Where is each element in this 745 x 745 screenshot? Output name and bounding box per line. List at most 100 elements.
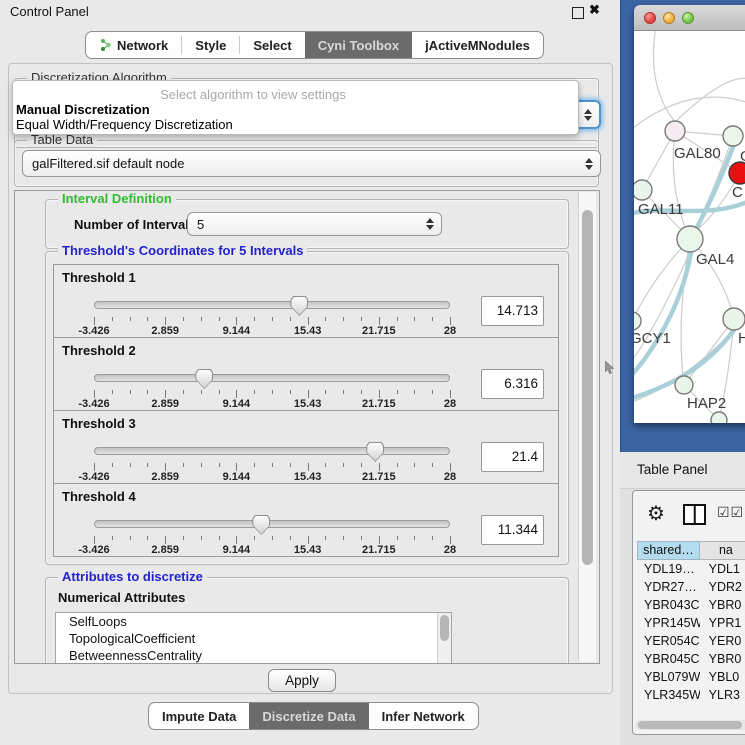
- slider-thumb[interactable]: [366, 442, 384, 462]
- table-row[interactable]: YPR145WYPR1: [637, 614, 745, 632]
- cell-shared-name[interactable]: YDR27…: [637, 578, 700, 596]
- cell-name[interactable]: YDL1: [700, 560, 745, 578]
- tab-infer-network-label: Infer Network: [382, 709, 465, 724]
- column-header-shared-name[interactable]: shared…: [637, 541, 700, 560]
- close-icon[interactable]: ✖: [589, 2, 600, 18]
- attribute-item[interactable]: SelfLoops: [56, 613, 451, 630]
- table-row[interactable]: YBR043CYBR0: [637, 596, 745, 614]
- table-panel-title: Table Panel: [637, 462, 708, 477]
- interval-definition-title: Interval Definition: [58, 192, 176, 206]
- table-row[interactable]: YDL19…YDL1: [637, 560, 745, 578]
- table-panel-header: Table Panel: [620, 452, 745, 489]
- numerical-attributes-list[interactable]: SelfLoopsTopologicalCoefficientBetweenne…: [55, 612, 452, 664]
- minimize-traffic-light-icon[interactable]: [663, 12, 675, 24]
- table-row[interactable]: YLR345WYLR3: [637, 686, 745, 703]
- cell-shared-name[interactable]: YLR345W: [637, 686, 700, 703]
- node-top-right[interactable]: [723, 126, 743, 146]
- column-header-name[interactable]: na: [700, 541, 745, 560]
- numerical-attributes-label: Numerical Attributes: [58, 590, 185, 605]
- checkbox-filter-icons[interactable]: ☑☑: [717, 504, 744, 521]
- cell-name[interactable]: YER0: [700, 632, 745, 650]
- threshold-3-value-field[interactable]: 21.4: [481, 442, 544, 472]
- node-gcy1[interactable]: [634, 312, 641, 330]
- slider-thumb[interactable]: [252, 515, 270, 535]
- panel-scrollbar-thumb[interactable]: [582, 210, 593, 565]
- table-data-combobox[interactable]: galFiltered.sif default node: [22, 150, 601, 177]
- threshold-4-slider[interactable]: -3.4262.8599.14415.4321.71528: [94, 514, 450, 554]
- table-horizontal-scrollbar-thumb[interactable]: [638, 721, 742, 729]
- dropdown-option-equal-width[interactable]: Equal Width/Frequency Discretization: [13, 117, 578, 132]
- node-bottom[interactable]: [711, 412, 727, 423]
- tab-discretize-data[interactable]: Discretize Data: [249, 703, 368, 729]
- node-label-gal80: GAL80: [674, 145, 721, 162]
- table-row[interactable]: YER054CYER0: [637, 632, 745, 650]
- slider-thumb[interactable]: [290, 296, 308, 316]
- tab-jactivemnodules[interactable]: jActiveMNodules: [412, 32, 543, 58]
- threshold-4-value-field[interactable]: 11.344: [481, 515, 544, 545]
- table-toolbar: ⚙ ☑☑: [633, 491, 745, 539]
- tab-style[interactable]: Style: [182, 32, 239, 58]
- node-hap2[interactable]: [675, 376, 693, 394]
- cell-shared-name[interactable]: YBR043C: [637, 596, 700, 614]
- zoom-traffic-light-icon[interactable]: [682, 12, 694, 24]
- close-traffic-light-icon[interactable]: [644, 12, 656, 24]
- node-gal4[interactable]: [677, 226, 703, 252]
- cell-name[interactable]: YBR0: [700, 596, 745, 614]
- node-label-gal4: GAL4: [696, 251, 734, 268]
- cell-shared-name[interactable]: YER054C: [637, 632, 700, 650]
- cell-name[interactable]: YBL0: [700, 668, 745, 686]
- tab-cyni-toolbox[interactable]: Cyni Toolbox: [305, 32, 412, 58]
- threshold-2-value-field[interactable]: 6.316: [481, 369, 544, 399]
- network-window-titlebar[interactable]: [634, 5, 745, 31]
- node-gal11[interactable]: [634, 180, 652, 200]
- slider-track[interactable]: [94, 520, 450, 528]
- table-row[interactable]: YBR045CYBR0: [637, 650, 745, 668]
- slider-track[interactable]: [94, 301, 450, 309]
- network-graph: GAL80 GA C GAL11 GAL4 GCY1 HA HAP2: [634, 31, 745, 423]
- slider-track[interactable]: [94, 447, 450, 455]
- node-selected-red[interactable]: [729, 162, 745, 184]
- threshold-1-slider[interactable]: -3.4262.8599.14415.4321.71528: [94, 295, 450, 335]
- cell-shared-name[interactable]: YDL19…: [637, 560, 700, 578]
- threshold-1-value-field[interactable]: 14.713: [481, 296, 544, 326]
- thresholds-group-title: Threshold's Coordinates for 5 Intervals: [58, 244, 307, 258]
- network-canvas[interactable]: GAL80 GA C GAL11 GAL4 GCY1 HA HAP2: [634, 31, 745, 423]
- threshold-2-slider[interactable]: -3.4262.8599.14415.4321.71528: [94, 368, 450, 408]
- cell-shared-name[interactable]: YBR045C: [637, 650, 700, 668]
- gear-icon[interactable]: ⚙: [647, 501, 665, 526]
- dropdown-hint: Select algorithm to view settings: [13, 87, 493, 102]
- tab-infer-network[interactable]: Infer Network: [369, 703, 478, 729]
- network-view-window[interactable]: GAL80 GA C GAL11 GAL4 GCY1 HA HAP2: [634, 5, 745, 423]
- threshold-3-slider[interactable]: -3.4262.8599.14415.4321.71528: [94, 441, 450, 481]
- table-horizontal-scrollbar[interactable]: [635, 720, 745, 730]
- slider-track[interactable]: [94, 374, 450, 382]
- float-window-icon[interactable]: [572, 7, 584, 19]
- cell-name[interactable]: YLR3: [700, 686, 745, 703]
- attribute-item[interactable]: TopologicalCoefficient: [56, 630, 451, 647]
- tab-impute-data[interactable]: Impute Data: [149, 703, 249, 729]
- attributes-scrollbar[interactable]: [437, 613, 451, 664]
- combo-spinner-icon: [585, 158, 593, 170]
- tab-network[interactable]: Network: [86, 32, 181, 58]
- columns-icon[interactable]: [683, 504, 706, 525]
- cell-name[interactable]: YDR2: [700, 578, 745, 596]
- attributes-scrollbar-thumb[interactable]: [440, 615, 449, 641]
- node-gal80[interactable]: [665, 121, 685, 141]
- table-data-group-title: Table Data: [27, 133, 97, 147]
- cell-name[interactable]: YPR1: [700, 614, 745, 632]
- cell-shared-name[interactable]: YBL079W: [637, 668, 700, 686]
- attributes-group-title: Attributes to discretize: [58, 570, 207, 584]
- slider-scale-labels: -3.4262.8599.14415.4321.71528: [94, 325, 450, 337]
- dropdown-option-manual[interactable]: Manual Discretization: [13, 102, 578, 117]
- tab-select[interactable]: Select: [240, 32, 304, 58]
- table-row[interactable]: YDR27…YDR2: [637, 578, 745, 596]
- table-row[interactable]: YBL079WYBL0: [637, 668, 745, 686]
- cell-shared-name[interactable]: YPR145W: [637, 614, 700, 632]
- panel-scrollbar[interactable]: [578, 192, 596, 662]
- apply-button[interactable]: Apply: [268, 669, 336, 692]
- attribute-item[interactable]: BetweennessCentrality: [56, 647, 451, 664]
- number-of-intervals-combobox[interactable]: 5: [187, 212, 442, 236]
- cell-name[interactable]: YBR0: [700, 650, 745, 668]
- slider-thumb[interactable]: [195, 369, 213, 389]
- node-right-mid[interactable]: [723, 308, 745, 330]
